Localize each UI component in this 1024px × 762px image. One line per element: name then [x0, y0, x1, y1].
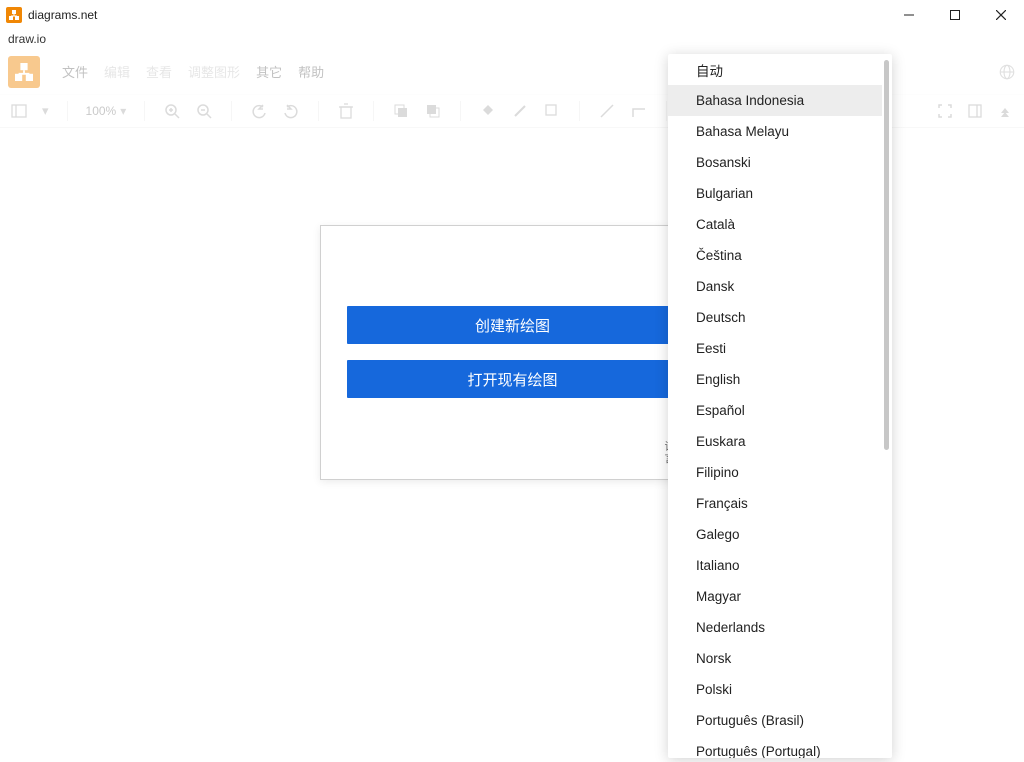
zoom-in-icon[interactable] [163, 102, 181, 120]
language-option[interactable]: Bulgarian [668, 178, 882, 209]
language-option[interactable]: Português (Portugal) [668, 736, 882, 758]
language-option[interactable]: Galego [668, 519, 882, 550]
window-close-button[interactable] [978, 0, 1024, 30]
language-dropdown: 自动Bahasa IndonesiaBahasa MelayuBosanskiB… [668, 54, 892, 758]
menu-file[interactable]: 文件 [62, 62, 88, 81]
language-option[interactable]: Català [668, 209, 882, 240]
window-title: diagrams.net [28, 8, 97, 22]
fill-color-icon[interactable] [479, 102, 497, 120]
zoom-level[interactable]: 100% [86, 104, 117, 118]
redo-icon[interactable] [282, 102, 300, 120]
fullscreen-icon[interactable] [936, 102, 954, 120]
language-option[interactable]: Deutsch [668, 302, 882, 333]
language-option[interactable]: Filipino [668, 457, 882, 488]
language-option[interactable]: Eesti [668, 333, 882, 364]
undo-icon[interactable] [250, 102, 268, 120]
language-option[interactable]: 自动 [668, 54, 882, 85]
window-minimize-button[interactable] [886, 0, 932, 30]
language-option[interactable]: English [668, 364, 882, 395]
language-option[interactable]: Français [668, 488, 882, 519]
menu-edit[interactable]: 编辑 [104, 62, 130, 81]
language-option[interactable]: Norsk [668, 643, 882, 674]
language-option[interactable]: Nederlands [668, 612, 882, 643]
scrollbar-thumb[interactable] [884, 60, 889, 450]
create-new-diagram-button[interactable]: 创建新绘图 [347, 306, 678, 344]
language-option[interactable]: Bosanski [668, 147, 882, 178]
language-option[interactable]: Português (Brasil) [668, 705, 882, 736]
language-option[interactable]: Dansk [668, 271, 882, 302]
startup-dialog: 创建新绘图 打开现有绘图 语言 [320, 225, 705, 480]
window-maximize-button[interactable] [932, 0, 978, 30]
line-color-icon[interactable] [511, 102, 529, 120]
sidebar-toggle-icon[interactable] [10, 102, 28, 120]
language-option[interactable]: Italiano [668, 550, 882, 581]
to-back-icon[interactable] [424, 102, 442, 120]
delete-icon[interactable] [337, 102, 355, 120]
zoom-out-icon[interactable] [195, 102, 213, 120]
language-option[interactable]: Euskara [668, 426, 882, 457]
to-front-icon[interactable] [392, 102, 410, 120]
collapse-icon[interactable] [996, 102, 1014, 120]
app-logo [8, 56, 40, 88]
waypoint-icon[interactable] [630, 102, 648, 120]
language-option[interactable]: Polski [668, 674, 882, 705]
menu-view[interactable]: 查看 [146, 62, 172, 81]
document-title: draw.io [0, 30, 1024, 50]
language-option[interactable]: Español [668, 395, 882, 426]
menu-arrange[interactable]: 调整图形 [188, 62, 240, 81]
language-option[interactable]: Bahasa Indonesia [668, 85, 882, 116]
open-existing-diagram-button[interactable]: 打开现有绘图 [347, 360, 678, 398]
globe-icon[interactable] [998, 63, 1016, 81]
window-titlebar: diagrams.net [0, 0, 1024, 30]
app-icon [6, 7, 22, 23]
language-option[interactable]: Bahasa Melayu [668, 116, 882, 147]
menu-help[interactable]: 帮助 [298, 62, 324, 81]
connection-icon[interactable] [598, 102, 616, 120]
menu-extras[interactable]: 其它 [256, 62, 282, 81]
shadow-icon[interactable] [543, 102, 561, 120]
language-option[interactable]: Magyar [668, 581, 882, 612]
language-option[interactable]: Čeština [668, 240, 882, 271]
format-panel-icon[interactable] [966, 102, 984, 120]
